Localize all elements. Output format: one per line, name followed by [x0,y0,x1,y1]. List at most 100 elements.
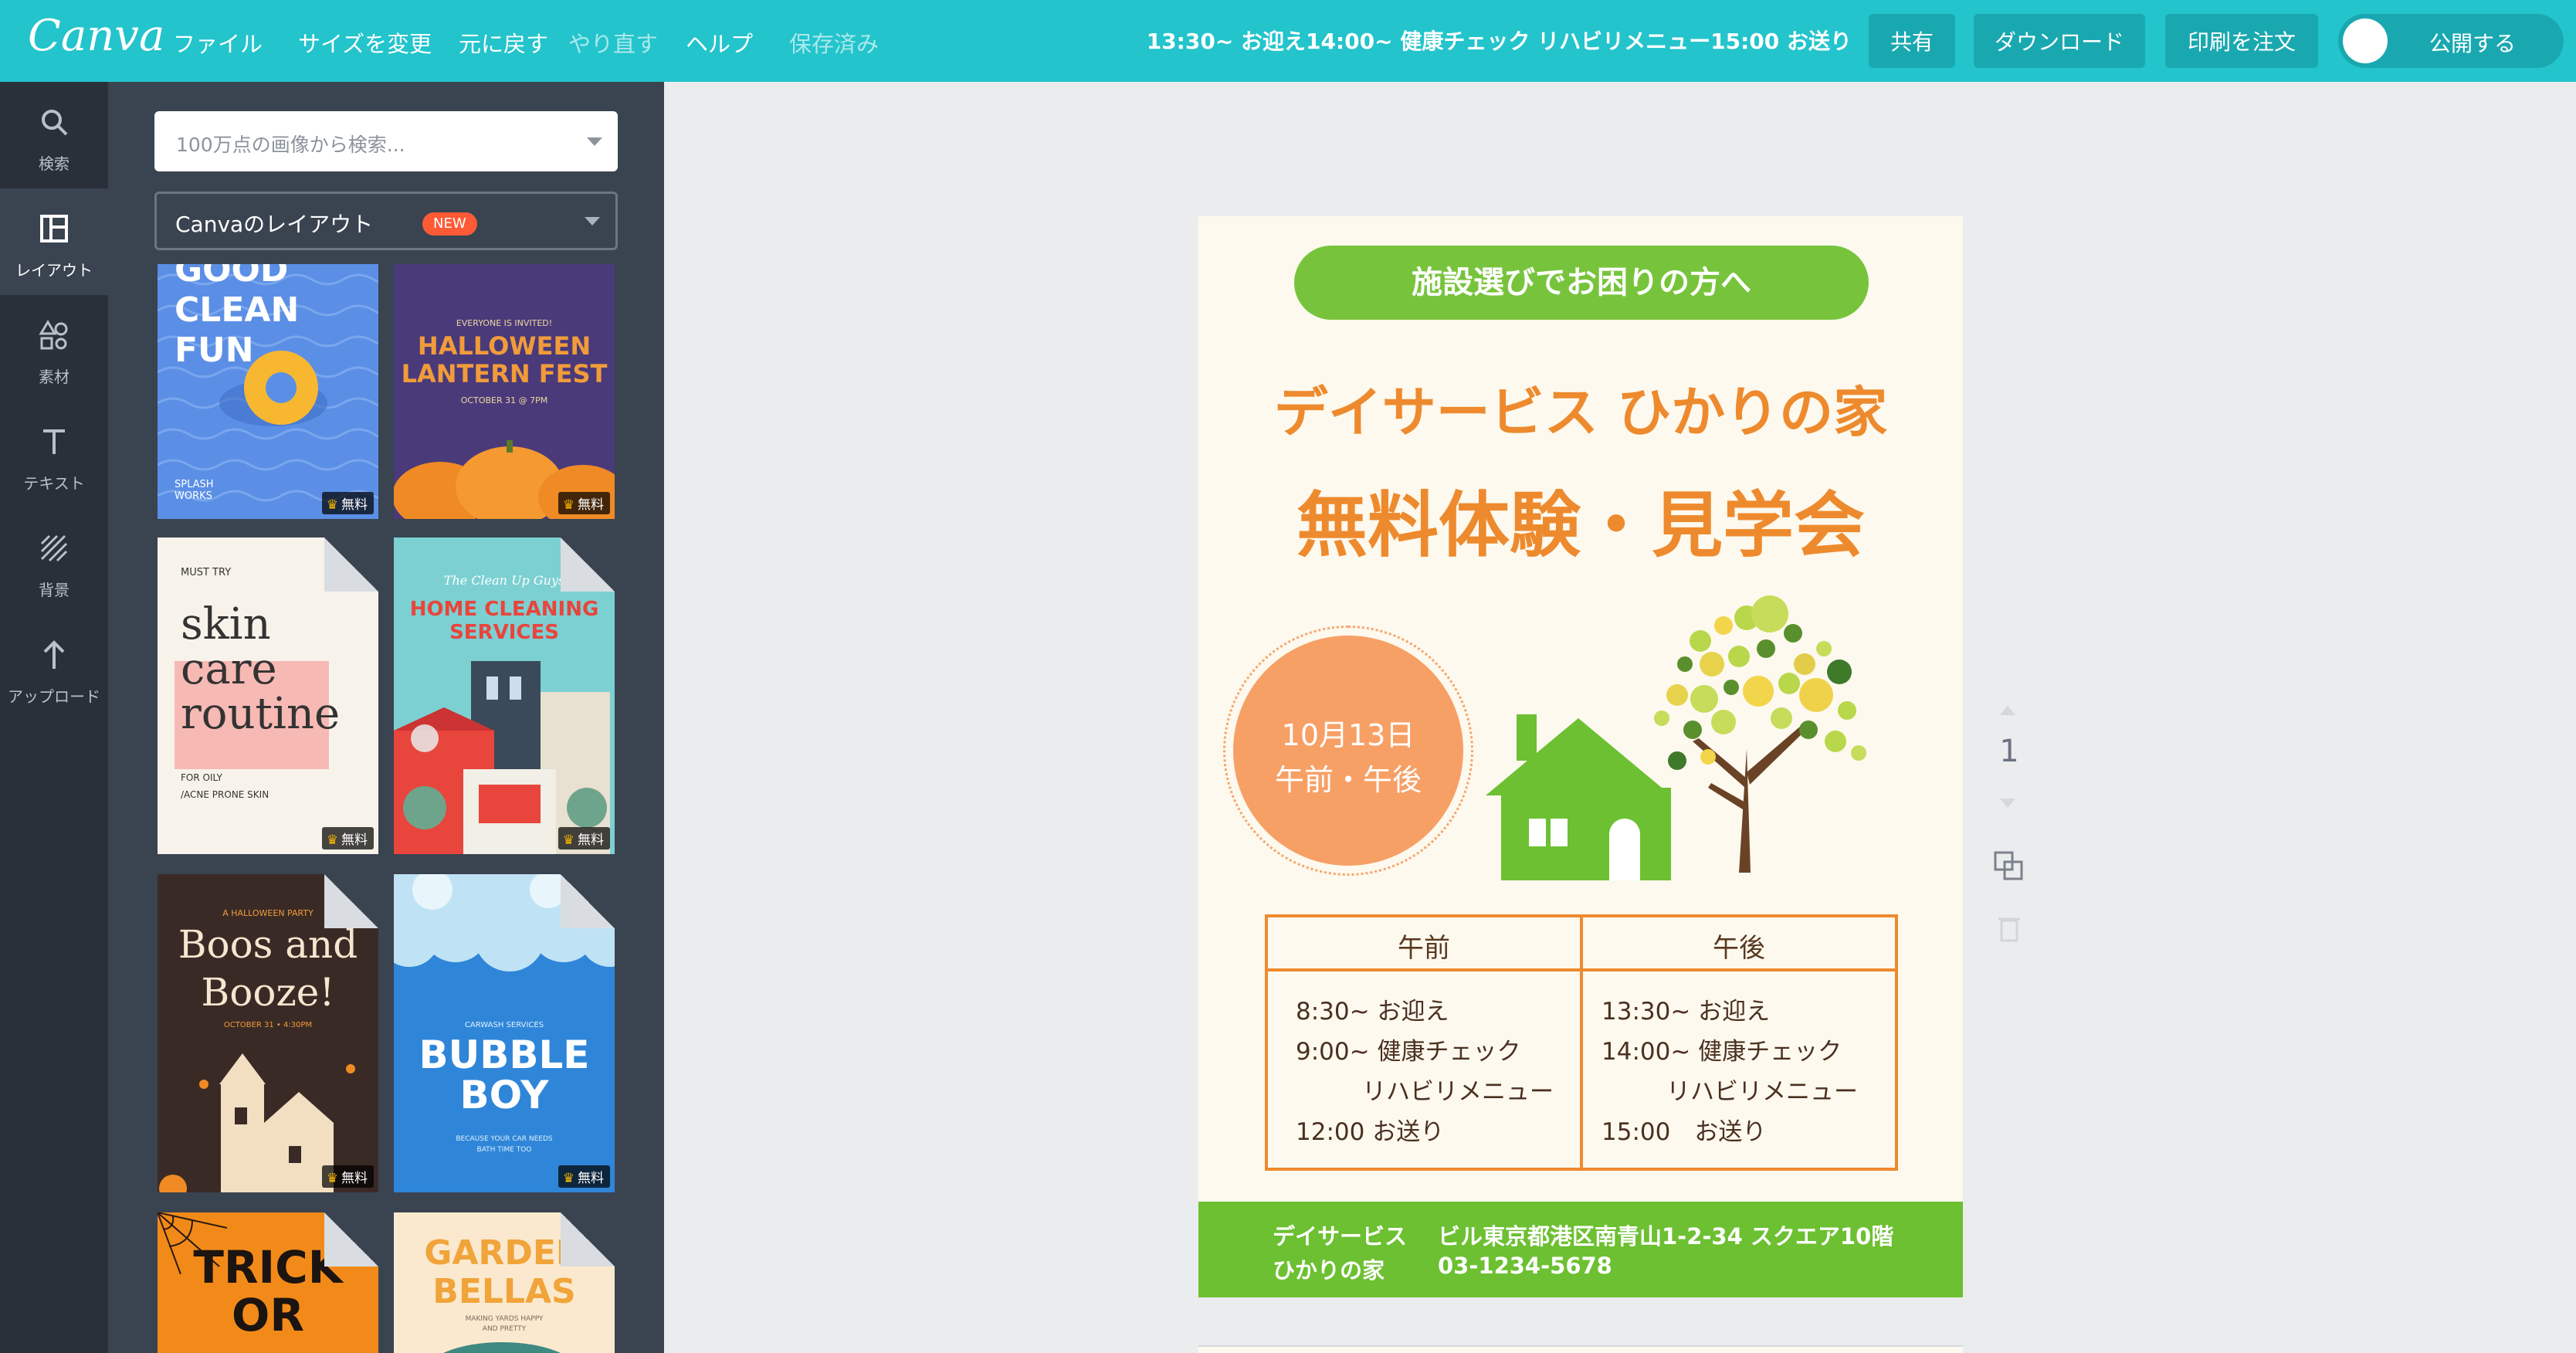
poster-subtitle[interactable]: 無料体験・見学会 [1198,468,1963,571]
print-order-button[interactable]: 印刷を注文 [2165,14,2318,68]
design-canvas[interactable]: 施設選びでお困りの方へ デイサービス ひかりの家 無料体験・見学会 10月13日… [1198,216,1963,1297]
toggle-knob [2343,19,2388,63]
share-button[interactable]: 共有 [1869,14,1955,68]
pm-row: 13:30~ お迎え [1602,998,1771,1026]
crown-icon: ♛ [562,497,575,513]
rail-item-upload[interactable]: アップロード [0,615,108,721]
footer-phone: 03-1234-5678 [1438,1253,1612,1279]
free-badge: ♛ 無料 [321,827,374,849]
pm-row: リハビリメニュー [1666,1078,1858,1106]
am-row: 9:00~ 健康チェック [1296,1038,1521,1066]
footer-name-line1: デイサービス [1273,1223,1408,1250]
template-small-text: MUST TRY [181,567,232,578]
template-small-text: MAKING YARDS HAPPY AND PRETTY [465,1315,544,1333]
template-card[interactable]: CARWASH SERVICES BUBBLE BOY BECAUSE YOUR … [394,874,615,1192]
template-card[interactable]: EVERYONE IS INVITED! HALLOWEEN LANTERN FE… [394,264,615,519]
page-curl [324,537,378,592]
rail-label: アップロード [8,687,100,706]
page-down-icon[interactable] [1992,794,2026,817]
template-small-text: SPLASH WORKS [175,479,214,502]
rail-item-elements[interactable]: 素材 [0,295,108,402]
pm-row: 14:00~ 健康チェック [1602,1038,1842,1066]
crown-icon: ♛ [562,832,575,848]
template-card[interactable]: TRICK OR [158,1212,378,1353]
menu-undo[interactable]: 元に戻す [459,26,548,59]
delete-page-icon[interactable] [1992,911,2026,945]
pm-header: 午後 [1713,933,1765,964]
poster-pill-heading[interactable]: 施設選びでお困りの方へ [1294,246,1869,320]
download-button[interactable]: ダウンロード [1974,14,2145,68]
crown-icon: ♛ [326,832,338,848]
template-title: GOOD CLEAN FUN [175,264,300,370]
template-card[interactable]: MUST TRY skin care routine FOR OILY/ACNE P… [158,537,378,854]
search-placeholder: 100万点の画像から検索... [176,134,405,156]
layouts-panel: 100万点の画像から検索... Canvaのレイアウト NEW GOOD CLEA… [108,82,664,1353]
page-up-icon[interactable] [1992,701,2026,724]
rail-item-background[interactable]: 背景 [0,508,108,615]
date-text: 10月13日 [1281,718,1415,752]
template-small-text: EVERYONE IS INVITED! [456,318,553,328]
houses-illustration [394,661,610,854]
menu-help[interactable]: ヘルプ [686,26,753,59]
canva-logo[interactable]: Canva [28,11,164,61]
am-header: 午前 [1398,933,1450,964]
template-card[interactable]: A HALLOWEEN PARTY Boos and Booze! OCTOBER… [158,874,378,1192]
date-circle[interactable]: 10月13日 午前・午後 [1223,626,1473,876]
design-title[interactable]: 13:30~ お迎え14:00~ 健康チェック リハビリメニュー15:00 お送… [1147,25,1852,56]
publish-toggle[interactable]: 公開する [2338,14,2564,68]
free-badge: ♛ 無料 [558,492,610,514]
page-curl [561,874,615,928]
rail-item-search[interactable]: 検索 [0,82,108,188]
layout-icon [40,215,68,242]
saved-status: 保存済み [789,31,880,57]
template-small-text: BECAUSE YOUR CAR NEEDS BATH TIME TOO [456,1135,553,1154]
copy-page-icon[interactable] [1992,849,2026,883]
template-title: HALLOWEEN LANTERN FEST [401,331,608,388]
template-title: skin care routine [181,599,341,739]
layout-category-select[interactable]: Canvaのレイアウト NEW [154,192,618,250]
date-circle-fill: 10月13日 午前・午後 [1233,636,1463,866]
am-row: 8:30~ お迎え [1296,998,1449,1026]
template-small-text: OCTOBER 31 @ 7PM [460,395,548,405]
time-text: 午前・午後 [1274,763,1422,797]
search-icon [42,110,68,136]
template-title: Boos and Booze! [178,922,358,1015]
menu-redo[interactable]: やり直す [568,26,658,59]
tree-illustration[interactable] [1615,595,1878,873]
left-rail: 検索 レイアウト 素材 テキスト 背景 アップロード [0,82,108,1353]
page-curl [324,1212,378,1267]
poster-footer[interactable]: デイサービス ひかりの家 ビル東京都港区南青山1-2-34 スクエア10階 03… [1198,1202,1963,1297]
hill-shape [425,1342,579,1353]
rail-label: 背景 [39,581,69,599]
image-search-input[interactable]: 100万点の画像から検索... [154,111,618,171]
crown-icon: ♛ [326,1171,338,1186]
template-small-text: OCTOBER 31 • 4:30PM [223,1021,313,1029]
footer-address: ビル東京都港区南青山1-2-34 スクエア10階 [1438,1223,1894,1250]
pm-row: 15:00 お送り [1602,1118,1767,1146]
template-card[interactable]: The Clean Up Guys HOME CLEANING SERVICES … [394,537,615,854]
rail-label: レイアウト [15,261,93,280]
template-card[interactable]: GOOD CLEAN FUN SPLASH WORKS ♛ 無料 [158,264,378,519]
page-curl [324,874,378,928]
rail-item-layout[interactable]: レイアウト [0,188,108,295]
template-small-text: FOR OILY/ACNE PRONE SKIN [181,772,269,800]
template-card[interactable]: GARDEN BELLAS MAKING YARDS HAPPY AND PRETT… [394,1212,615,1353]
chevron-down-icon[interactable] [587,137,602,146]
rail-label: テキスト [23,474,85,493]
elements-icon [39,320,68,350]
layout-select-label: Canvaのレイアウト [175,212,374,237]
next-page-edge [1198,1345,1963,1353]
crown-icon: ♛ [326,497,338,513]
template-title: HOME CLEANING SERVICES [409,598,599,644]
publish-label: 公開する [2429,31,2517,56]
chevron-down-icon[interactable] [585,217,600,226]
text-icon [43,429,65,454]
upload-icon [43,640,65,669]
rail-item-text[interactable]: テキスト [0,402,108,508]
template-title: BUBBLE BOY [419,1033,590,1117]
schedule-table[interactable]: 午前 午後 8:30~ お迎え 9:00~ 健康チェック リハビリメニュー 12… [1265,914,1898,1171]
poster-title[interactable]: デイサービス ひかりの家 [1198,369,1963,447]
page-curl [561,537,615,592]
menu-resize[interactable]: サイズを変更 [298,26,432,59]
menu-file[interactable]: ファイル [173,26,263,59]
